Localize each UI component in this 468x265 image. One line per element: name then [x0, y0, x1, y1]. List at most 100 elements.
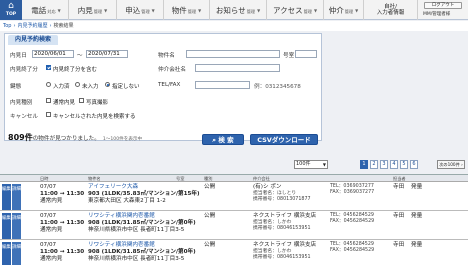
row-property-name[interactable]: リワシティ横浜関内壱番館	[88, 242, 155, 249]
menu-notice[interactable]: お知らせ 管理 ▼	[210, 0, 267, 20]
row-fax: FAX：0456284529	[330, 248, 375, 253]
include-cancelled-label: キャンセルされた内見を検索する	[53, 114, 136, 120]
menu-viewing-label: 内見	[77, 5, 93, 15]
property-name-input[interactable]	[186, 50, 280, 58]
breadcrumb-separator: ›	[13, 23, 16, 29]
radio-unspecified[interactable]	[105, 82, 110, 87]
row-fax: FAX：0369037277	[330, 190, 375, 195]
header-type: 種別	[204, 176, 213, 181]
menu-company-info[interactable]: 自社/ 入力者情報	[364, 0, 418, 20]
radio-entered[interactable]	[46, 82, 51, 87]
row-agent: ネクストライフ 横浜支店	[253, 242, 317, 248]
page-3[interactable]: 3	[380, 160, 388, 169]
edit-button[interactable]: 編集	[2, 184, 11, 210]
menu-phone-label: 電話	[31, 5, 47, 15]
normal-viewing-label: 通常内見	[53, 100, 76, 106]
include-cancelled-checkbox[interactable]	[46, 112, 51, 117]
search-button[interactable]: ⌕ 検 索	[202, 134, 244, 145]
row-property-name[interactable]: アイフェリーク大森	[88, 184, 138, 191]
menu-broker-label: 仲介	[328, 5, 344, 15]
tel-label: TEL/FAX	[158, 82, 181, 88]
table-row[interactable]: 編集 詳細 07/07 11:00 → 11:30 通常内見 リワシティ横浜関内…	[0, 212, 468, 240]
row-agent: (有)シ ポン	[253, 184, 282, 190]
edit-button[interactable]: 編集	[2, 242, 11, 265]
detail-button[interactable]: 詳細	[12, 242, 21, 265]
radio-not-entered-label: 未入力	[82, 84, 99, 90]
menu-property[interactable]: 物件 管理 ▼	[164, 0, 210, 20]
header-staff: 担当者	[393, 176, 406, 181]
menu-access-label: アクセス	[272, 5, 303, 15]
result-count-suffix: の物件が見つかりました。	[32, 136, 100, 142]
breadcrumb-top[interactable]: Top	[3, 23, 11, 29]
row-property-address: 東京都大田区 大森東2丁目 1-2	[88, 198, 166, 204]
table-row[interactable]: 編集 詳細 07/07 11:00 → 11:30 通常内見 アイフェリーク大森…	[0, 183, 468, 211]
search-panel-title: 内見予約検索	[8, 35, 58, 45]
date-to-input[interactable]	[86, 50, 128, 58]
radio-unspecified-label: 指定しない	[112, 84, 140, 90]
include-done-checkbox[interactable]	[46, 65, 51, 70]
csv-download-button[interactable]: CSVダウンロード	[250, 134, 318, 145]
date-from-input[interactable]	[32, 50, 74, 58]
row-staff-status: 発量	[411, 242, 423, 248]
radio-not-entered[interactable]	[75, 82, 80, 87]
top-nav-bar: ⌂ TOP 電話 対応 ▼ 内見 管理 ▼ 申込 管理 ▼ 物件 管理 ▼ お知らせ 管理 ▼ アク…	[0, 0, 468, 20]
row-kind: 通常内見	[40, 198, 63, 204]
pagination-controls: 100件 ▼ 1 2 3 4 5 6 次の100件 ›	[0, 159, 468, 171]
chevron-down-icon: ▼	[57, 7, 61, 13]
row-status: 公開	[204, 213, 216, 219]
breadcrumb-current: 検索結果	[53, 23, 74, 29]
menu-phone[interactable]: 電話 対応 ▼	[24, 0, 69, 20]
top-home-button[interactable]: ⌂ TOP	[0, 0, 22, 20]
detail-button[interactable]: 詳細	[12, 184, 21, 210]
row-property-name[interactable]: リワシティ横浜関内壱番館	[88, 213, 155, 220]
header-agent: 仲介会社	[253, 176, 270, 181]
page-1[interactable]: 1	[360, 160, 368, 169]
tel-input[interactable]	[195, 81, 250, 89]
breadcrumb-viewing-history[interactable]: 内見予約履歴	[17, 23, 47, 29]
chevron-down-icon: ▼	[322, 162, 326, 167]
page-6[interactable]: 6	[410, 160, 418, 169]
menu-access[interactable]: アクセス 管理 ▼	[267, 0, 324, 20]
breadcrumb: Top › 内見予約履歴 › 検索結果	[0, 21, 468, 31]
page-5[interactable]: 5	[400, 160, 408, 169]
row-staff: 寺田	[393, 184, 405, 190]
tel-hint: 例：0312345678	[254, 84, 301, 90]
chevron-down-icon: ▼	[198, 7, 202, 13]
table-row[interactable]: 編集 詳細 07/07 11:00 → 11:30 通常内見 リワシティ横浜関内…	[0, 241, 468, 265]
room-input[interactable]	[295, 50, 317, 58]
next-page-button[interactable]: 次の100件 ›	[437, 160, 465, 169]
menu-application-label: 申込	[125, 5, 141, 15]
row-agent: ネクストライフ 横浜支店	[253, 213, 317, 219]
row-status: 公開	[204, 242, 216, 248]
per-page-select[interactable]: 100件 ▼	[294, 160, 328, 169]
row-date: 07/07	[40, 213, 57, 219]
detail-button[interactable]: 詳細	[12, 213, 21, 239]
edit-button[interactable]: 編集	[2, 213, 11, 239]
row-staff-status: 発量	[411, 184, 423, 190]
row-staff-status: 発量	[411, 213, 423, 219]
menu-viewing[interactable]: 内見 管理 ▼	[69, 0, 117, 20]
agent-name-input[interactable]	[195, 64, 280, 72]
row-date: 07/07	[40, 184, 57, 190]
header-datetime: 日時	[40, 176, 49, 181]
menu-application[interactable]: 申込 管理 ▼	[117, 0, 164, 20]
row-kind: 通常内見	[40, 227, 63, 233]
header-room: 号室	[176, 176, 185, 181]
date-label: 内見日	[10, 53, 27, 59]
menu-access-sub: 管理	[303, 8, 312, 14]
menu-broker[interactable]: 仲介 管理 ▼	[324, 0, 364, 20]
menu-phone-sub: 対応	[47, 8, 56, 14]
logout-button[interactable]: ログアウト	[424, 2, 462, 9]
row-property-room: 903 (1LDK/35.83㎡/マンション/第15年)	[88, 191, 200, 197]
row-property-room: 908 (1LDK/31.85㎡/マンション/第0年)	[88, 249, 196, 255]
result-count-number: 809件	[8, 133, 33, 142]
menu-viewing-sub: 管理	[93, 8, 103, 14]
photo-shoot-checkbox[interactable]	[79, 98, 84, 103]
row-property-address: 神奈川県横浜市中区 長者町11丁目3-5	[88, 256, 185, 262]
row-agent-mobile: 携帯番号：08013071877	[253, 197, 311, 202]
normal-viewing-checkbox[interactable]	[46, 98, 51, 103]
page-4[interactable]: 4	[390, 160, 398, 169]
menu-property-sub: 管理	[187, 8, 197, 14]
chevron-down-icon: ▼	[151, 7, 155, 13]
page-2[interactable]: 2	[370, 160, 378, 169]
